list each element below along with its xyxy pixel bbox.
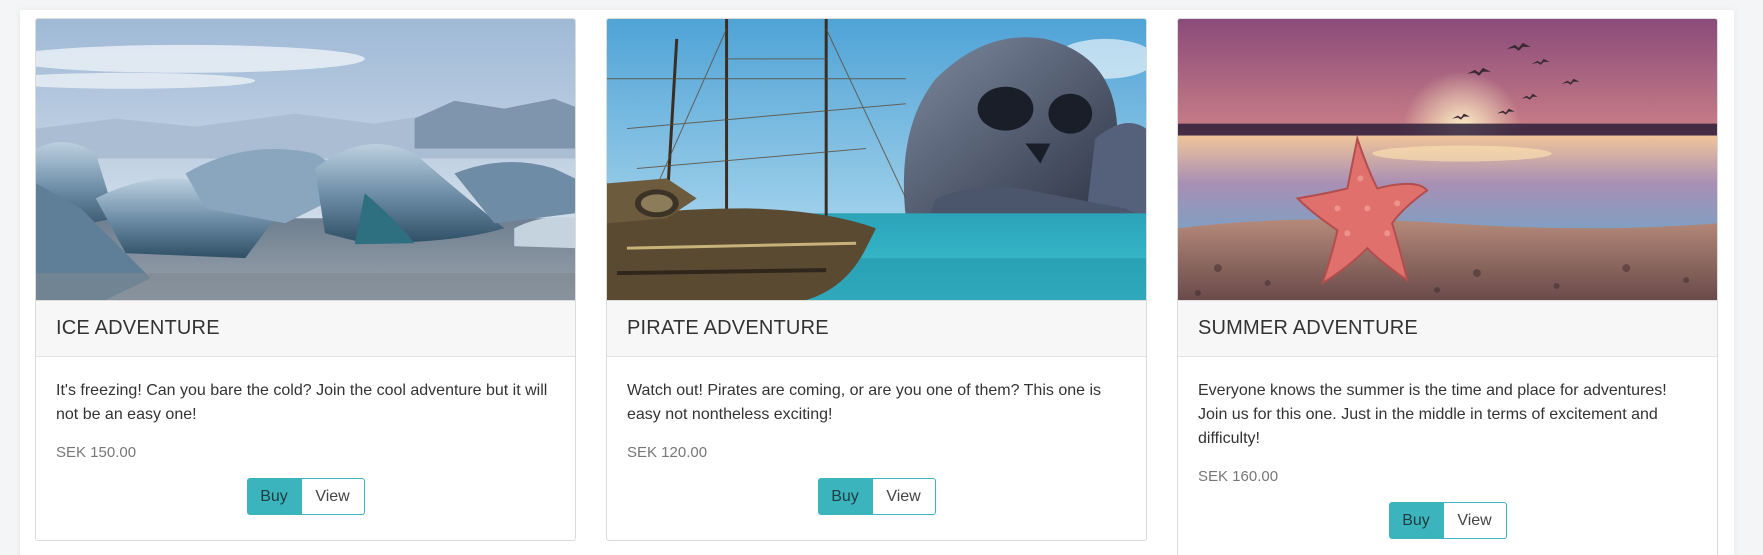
product-title: SUMMER ADVENTURE <box>1198 317 1418 339</box>
product-price: SEK 120.00 <box>627 444 708 461</box>
card-header: PIRATE ADVENTURE <box>607 301 1146 357</box>
product-title: ICE ADVENTURE <box>56 317 220 339</box>
buy-button[interactable]: Buy <box>817 478 873 515</box>
view-button[interactable]: View <box>1443 502 1507 539</box>
view-button[interactable]: View <box>301 478 365 515</box>
product-price: SEK 150.00 <box>56 444 137 461</box>
product-image-ice <box>36 19 575 301</box>
card-header: SUMMER ADVENTURE <box>1178 301 1717 357</box>
action-button-group: Buy View <box>56 478 555 515</box>
card-body: Everyone knows the summer is the time an… <box>1178 357 1717 539</box>
product-description: Watch out! Pirates are coming, or are yo… <box>627 382 1102 423</box>
view-button[interactable]: View <box>872 478 936 515</box>
product-image-pirate <box>607 19 1146 301</box>
buy-button[interactable]: Buy <box>1388 502 1444 539</box>
card-body: Watch out! Pirates are coming, or are yo… <box>607 357 1146 515</box>
card-header: ICE ADVENTURE <box>36 301 575 357</box>
product-price: SEK 160.00 <box>1198 468 1279 485</box>
product-description: It's freezing! Can you bare the cold? Jo… <box>56 382 548 423</box>
action-button-group: Buy View <box>1198 502 1697 539</box>
product-card-ice: ICE ADVENTURE It's freezing! Can you bar… <box>35 18 576 541</box>
product-description: Everyone knows the summer is the time an… <box>1198 382 1667 447</box>
product-title: PIRATE ADVENTURE <box>627 317 829 339</box>
product-card-pirate: PIRATE ADVENTURE Watch out! Pirates are … <box>606 18 1147 541</box>
product-image-summer <box>1178 19 1717 301</box>
action-button-group: Buy View <box>627 478 1126 515</box>
product-card-summer: SUMMER ADVENTURE Everyone knows the summ… <box>1177 18 1718 555</box>
card-body: It's freezing! Can you bare the cold? Jo… <box>36 357 575 515</box>
buy-button[interactable]: Buy <box>246 478 302 515</box>
